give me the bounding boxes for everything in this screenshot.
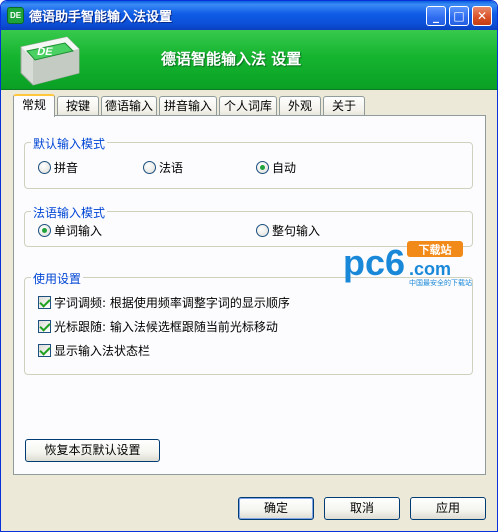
close-button[interactable]: ✕ (472, 6, 492, 26)
tab-appearance[interactable]: 外观 (279, 96, 321, 116)
tab-keys[interactable]: 按键 (57, 96, 99, 116)
radio-button[interactable] (256, 224, 269, 237)
cancel-button[interactable]: 取消 (324, 497, 400, 520)
group-title: 默认输入模式 (31, 135, 108, 152)
watermark-domain: .com (409, 259, 451, 279)
radio-button[interactable] (38, 224, 51, 237)
watermark-badge: 下载站 (419, 243, 452, 257)
tab-label: 外观 (287, 99, 312, 113)
tab-label: 按键 (65, 99, 90, 113)
checkbox[interactable] (38, 296, 51, 309)
radio-french[interactable]: 法语 (143, 161, 183, 175)
minimize-icon: _ (433, 9, 439, 23)
app-icon-text: DE (9, 11, 22, 20)
radio-label: 法语 (159, 161, 184, 175)
group-title: 使用设置 (31, 270, 84, 287)
tab-panel-general: 默认输入模式 拼音 法语 自动 法语输入模式 单词输入 整句输入 使用设置 字词… (13, 115, 486, 475)
watermark-brand: pc6 (343, 242, 405, 283)
ok-button[interactable]: 确定 (238, 497, 314, 520)
title-bar[interactable]: DE 德语助手智能输入法设置 _ □ ✕ (1, 1, 497, 30)
close-icon: ✕ (476, 9, 488, 23)
tab-pinyin-input[interactable]: 拼音输入 (159, 96, 217, 116)
checkbox-show-status-bar[interactable]: 显示输入法状态栏 (38, 344, 150, 358)
tab-general[interactable]: 常规 (13, 94, 55, 117)
pc6-watermark: pc6 下载站 .com 中国最安全的下载站 (343, 241, 472, 287)
radio-label: 自动 (272, 161, 297, 175)
tab-label: 常规 (21, 98, 46, 112)
radio-button[interactable] (256, 161, 269, 174)
checkbox-label: 显示输入法状态栏 (54, 344, 151, 358)
logo-text: DE (36, 46, 54, 58)
tab-label: 个人词库 (223, 99, 272, 113)
checkbox[interactable] (38, 320, 51, 333)
maximize-icon: □ (453, 9, 465, 23)
radio-pinyin[interactable]: 拼音 (38, 161, 78, 175)
checkbox-label: 字词调频: 根据使用频率调整字词的显示顺序 (54, 296, 290, 310)
tab-user-dictionary[interactable]: 个人词库 (219, 96, 277, 116)
radio-label: 单词输入 (54, 224, 103, 238)
header-banner: DE 德语智能输入法 设置 (1, 30, 497, 90)
radio-label: 拼音 (54, 161, 79, 175)
restore-defaults-button[interactable]: 恢复本页默认设置 (25, 439, 160, 462)
checkbox-cursor-follow[interactable]: 光标跟随: 输入法候选框跟随当前光标移动 (38, 320, 278, 334)
checkbox-frequency-adjust[interactable]: 字词调频: 根据使用频率调整字词的显示顺序 (38, 296, 290, 310)
tab-label: 关于 (331, 99, 356, 113)
tab-german-input[interactable]: 德语输入 (101, 96, 157, 116)
radio-button[interactable] (38, 161, 51, 174)
tab-label: 德语输入 (104, 99, 153, 113)
watermark-slogan: 中国最安全的下载站 (409, 278, 472, 287)
radio-word-input[interactable]: 单词输入 (38, 224, 102, 238)
maximize-button[interactable]: □ (449, 6, 469, 26)
minimize-button[interactable]: _ (426, 6, 446, 26)
banner-title: 德语智能输入法 设置 (161, 50, 302, 68)
radio-button[interactable] (143, 161, 156, 174)
default-input-mode-group: 默认输入模式 拼音 法语 自动 (24, 135, 473, 189)
settings-window: DE 德语助手智能输入法设置 _ □ ✕ DE 德语智能输入法 设置 常规 按键… (0, 0, 498, 532)
radio-auto[interactable]: 自动 (256, 161, 296, 175)
window-title: 德语助手智能输入法设置 (29, 10, 173, 25)
checkbox-label: 光标跟随: 输入法候选框跟随当前光标移动 (54, 320, 278, 334)
radio-sentence-input[interactable]: 整句输入 (256, 224, 320, 238)
tab-about[interactable]: 关于 (323, 96, 365, 116)
keyboard-key-logo: DE (20, 36, 80, 86)
tab-label: 拼音输入 (163, 99, 212, 113)
radio-label: 整句输入 (272, 224, 321, 238)
checkbox[interactable] (38, 344, 51, 357)
group-title: 法语输入模式 (31, 204, 108, 221)
usage-settings-group: 使用设置 字词调频: 根据使用频率调整字词的显示顺序 光标跟随: 输入法候选框跟… (24, 270, 473, 375)
app-icon: DE (7, 7, 24, 24)
apply-button[interactable]: 应用 (410, 497, 486, 520)
